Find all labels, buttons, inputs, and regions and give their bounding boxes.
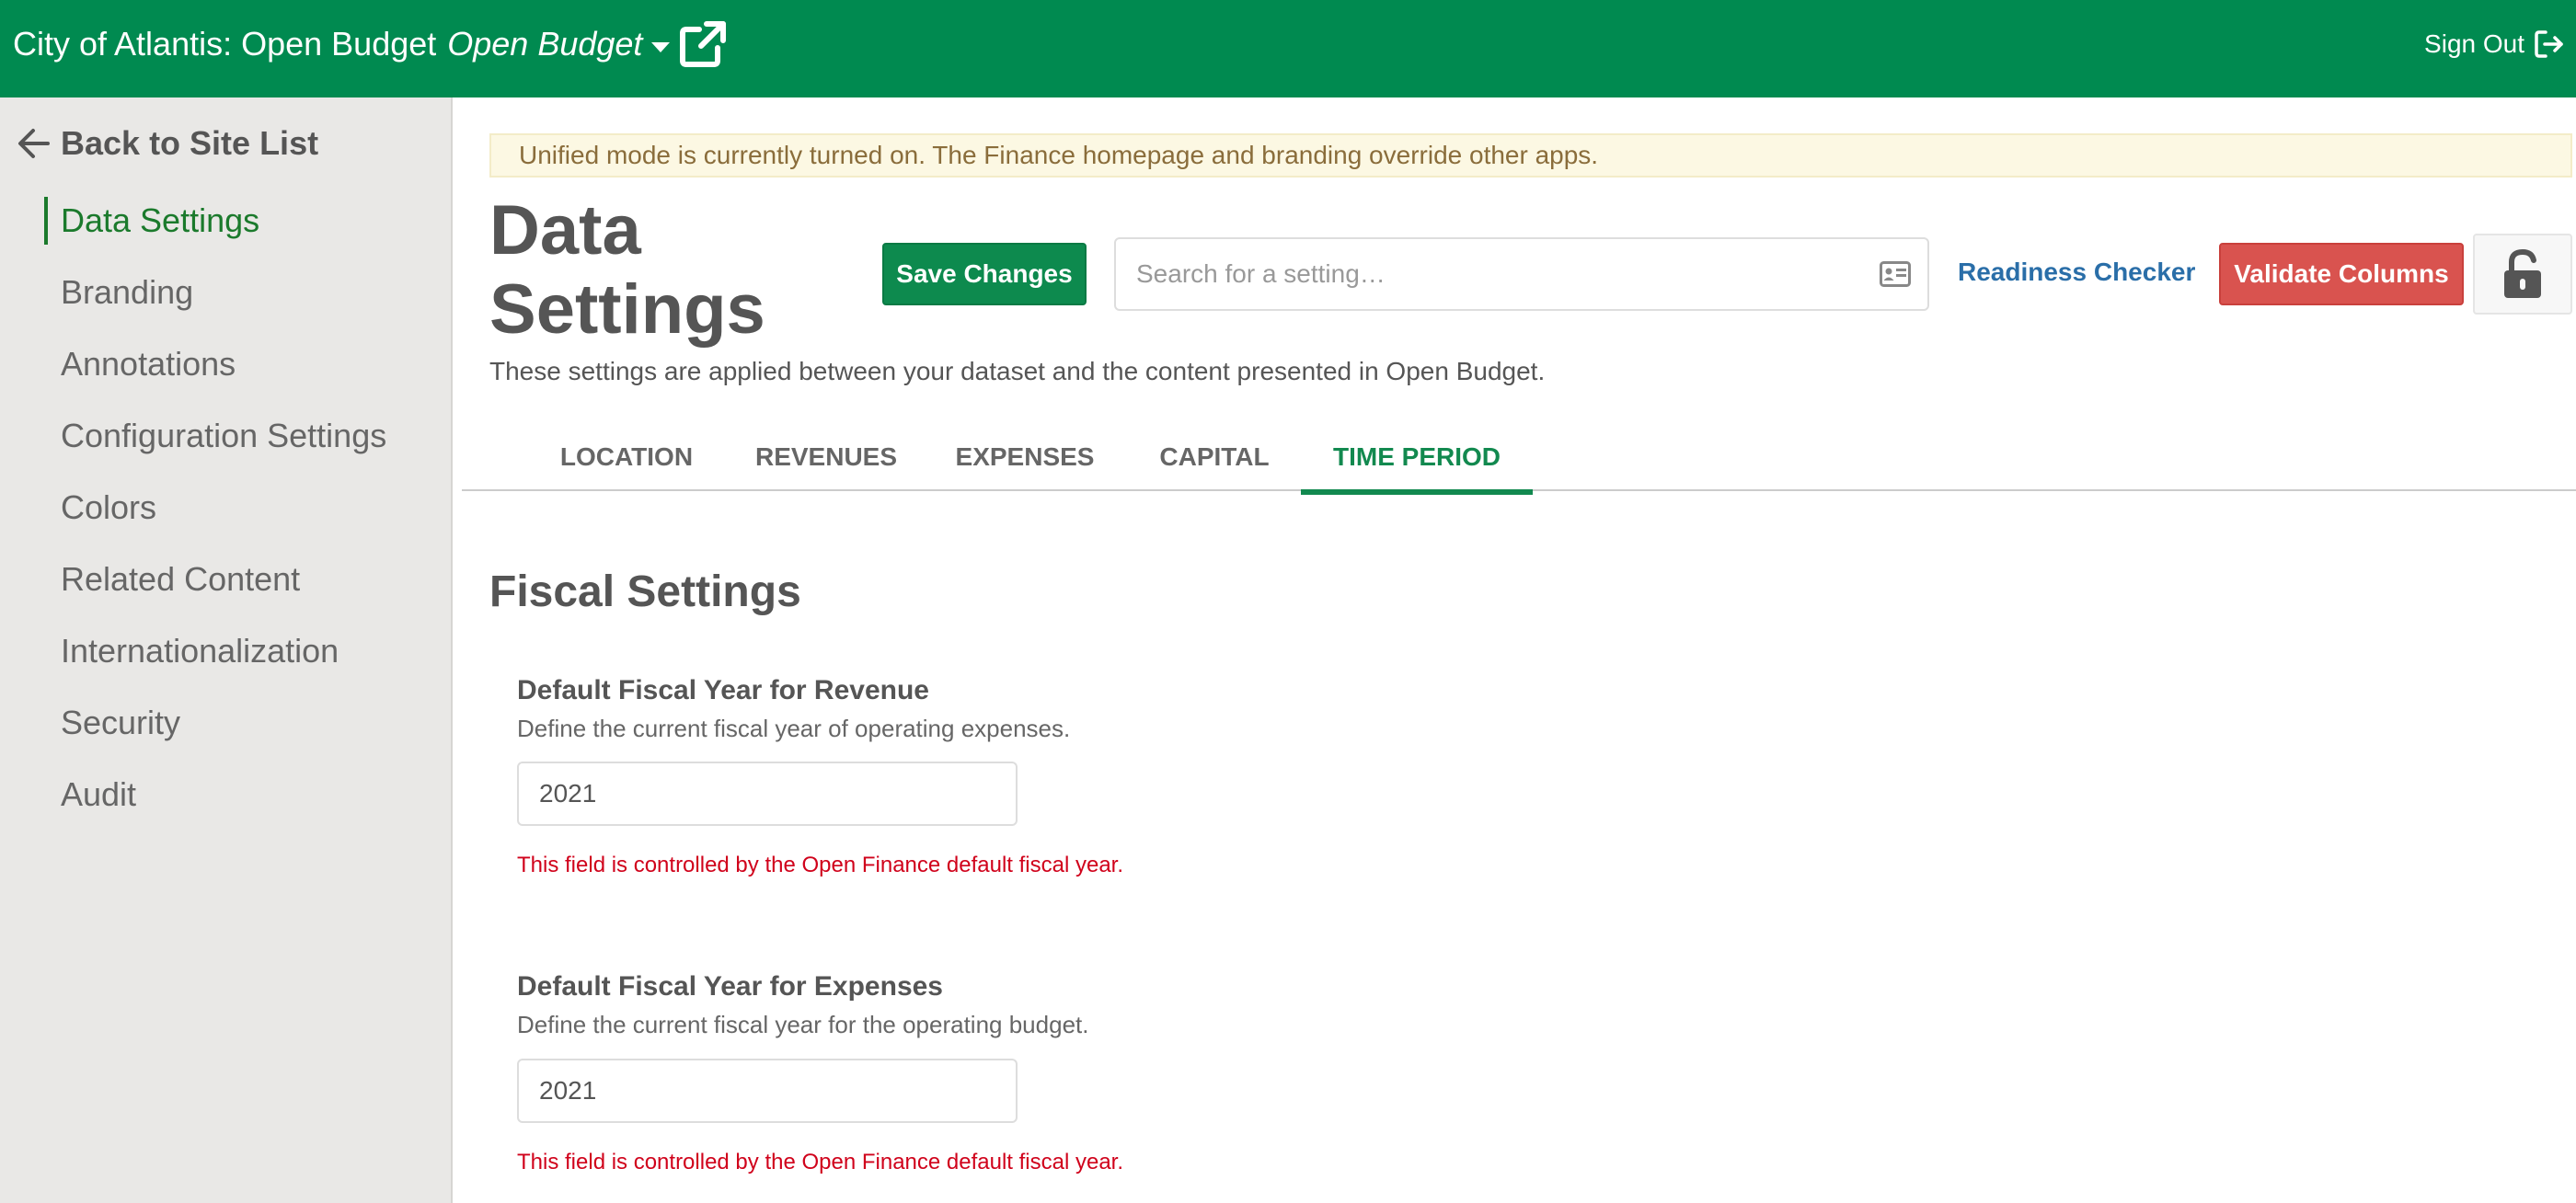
unlock-icon — [2504, 248, 2541, 298]
tab-location[interactable]: LOCATION — [558, 432, 696, 491]
unified-mode-banner: Unified mode is currently turned on. The… — [489, 133, 2572, 178]
settings-tabs: LOCATION REVENUES EXPENSES CAPITAL TIME … — [462, 432, 2576, 495]
sidebar-nav: Data Settings Branding Annotations Confi… — [44, 195, 386, 841]
tab-revenues[interactable]: REVENUES — [754, 432, 898, 491]
lock-toggle-button[interactable] — [2473, 234, 2572, 315]
caret-down-icon[interactable] — [651, 41, 671, 52]
back-label: Back to Site List — [61, 124, 319, 162]
back-to-site-list-link[interactable]: Back to Site List — [17, 116, 318, 171]
tab-expenses[interactable]: EXPENSES — [955, 432, 1095, 491]
sidebar-item-branding[interactable]: Branding — [44, 267, 386, 338]
setting-search — [1114, 237, 1929, 311]
validate-columns-button[interactable]: Validate Columns — [2219, 243, 2464, 305]
sidebar-item-data-settings[interactable]: Data Settings — [44, 195, 386, 267]
field-error-expenses-fy: This field is controlled by the Open Fin… — [517, 1150, 1124, 1174]
sidebar-item-annotations[interactable]: Annotations — [44, 338, 386, 410]
field-label-revenue-fy: Default Fiscal Year for Revenue — [517, 675, 929, 705]
field-help-revenue-fy: Define the current fiscal year of operat… — [517, 715, 1071, 742]
external-link-icon[interactable] — [677, 18, 729, 70]
top-bar: City of Atlantis: Open Budget Open Budge… — [0, 0, 2576, 97]
site-title-group: City of Atlantis: Open Budget Open Budge… — [13, 24, 671, 64]
sign-out-label: Sign Out — [2424, 29, 2524, 58]
sidebar: Back to Site List Data Settings Branding… — [0, 97, 453, 1203]
page-title: Data Settings — [489, 191, 765, 349]
arrow-left-icon — [18, 129, 50, 158]
sidebar-item-configuration-settings[interactable]: Configuration Settings — [44, 410, 386, 482]
sidebar-item-related-content[interactable]: Related Content — [44, 554, 386, 625]
section-title: Fiscal Settings — [489, 567, 801, 616]
sign-out-icon — [2535, 30, 2563, 58]
field-error-revenue-fy: This field is controlled by the Open Fin… — [517, 853, 1124, 877]
expenses-fiscal-year-input[interactable] — [517, 1059, 1018, 1123]
app-switcher[interactable]: Open Budget — [447, 24, 642, 64]
revenue-fiscal-year-input[interactable] — [517, 762, 1018, 826]
sidebar-item-colors[interactable]: Colors — [44, 482, 386, 554]
id-card-icon — [1880, 261, 1911, 287]
sidebar-item-internationalization[interactable]: Internationalization — [44, 625, 386, 697]
site-title: City of Atlantis: Open Budget — [13, 25, 437, 63]
save-changes-button[interactable]: Save Changes — [882, 243, 1087, 305]
field-help-expenses-fy: Define the current fiscal year for the o… — [517, 1011, 1089, 1038]
sign-out-link[interactable]: Sign Out — [2424, 26, 2565, 63]
readiness-checker-link[interactable]: Readiness Checker — [1958, 256, 2195, 289]
tab-time-period[interactable]: TIME PERIOD — [1301, 432, 1533, 495]
field-label-expenses-fy: Default Fiscal Year for Expenses — [517, 971, 943, 1002]
sidebar-item-audit[interactable]: Audit — [44, 769, 386, 841]
tab-capital[interactable]: CAPITAL — [1154, 432, 1275, 491]
search-input[interactable] — [1136, 252, 1854, 296]
page-subtitle: These settings are applied between your … — [489, 357, 1546, 385]
sidebar-item-security[interactable]: Security — [44, 697, 386, 769]
